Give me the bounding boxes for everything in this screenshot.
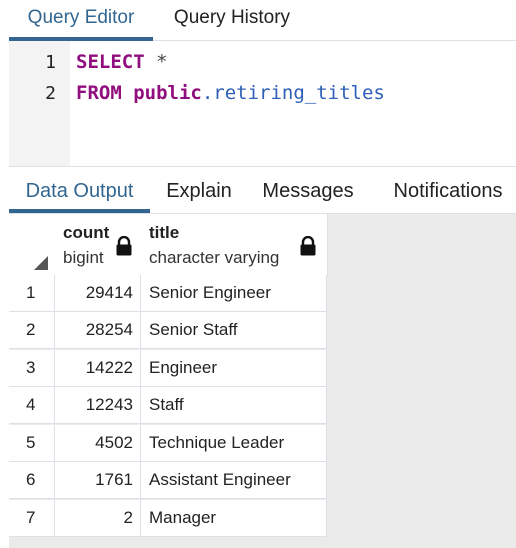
cell-count[interactable]: 28254	[55, 312, 141, 349]
line-number-gutter: 1 2	[9, 41, 70, 166]
table-row[interactable]: 2 28254 Senior Staff	[9, 312, 327, 349]
cell-count[interactable]: 14222	[55, 350, 141, 387]
sql-schema: public	[121, 82, 202, 104]
column-name: title	[149, 223, 180, 242]
tab-notifications[interactable]: Notifications	[385, 177, 511, 207]
query-tool: Query Editor Query History 1 2 SELECT * …	[0, 0, 516, 548]
row-number[interactable]: 2	[9, 312, 55, 349]
sql-keyword: FROM	[76, 82, 122, 104]
table-row[interactable]: 3 14222 Engineer	[9, 350, 327, 387]
sql-editor[interactable]: 1 2 SELECT * FROM public.retiring_titles	[9, 41, 516, 167]
code-line[interactable]: SELECT *	[76, 51, 168, 73]
cell-title[interactable]: Manager	[141, 500, 327, 537]
code-line[interactable]: FROM public.retiring_titles	[76, 82, 385, 104]
column-type: bigint	[63, 248, 104, 267]
corner-triangle-icon	[34, 256, 48, 270]
cell-count[interactable]: 29414	[55, 275, 141, 312]
cell-title[interactable]: Technique Leader	[141, 425, 327, 462]
table-row[interactable]: 4 12243 Staff	[9, 387, 327, 424]
cell-title[interactable]: Senior Engineer	[141, 275, 327, 312]
table-row[interactable]: 5 4502 Technique Leader	[9, 425, 327, 462]
column-header-title[interactable]: title character varying	[141, 214, 328, 276]
cell-count[interactable]: 12243	[55, 387, 141, 424]
line-number: 2	[45, 83, 56, 104]
line-number: 1	[45, 52, 56, 73]
tab-query-history[interactable]: Query History	[157, 0, 307, 37]
cell-title[interactable]: Senior Staff	[141, 312, 327, 349]
lock-icon	[300, 236, 316, 256]
column-header-count[interactable]: count bigint	[55, 214, 142, 276]
cell-title[interactable]: Engineer	[141, 350, 327, 387]
cell-count[interactable]: 4502	[55, 425, 141, 462]
cell-title[interactable]: Staff	[141, 387, 327, 424]
column-type: character varying	[149, 248, 280, 267]
cell-title[interactable]: Assistant Engineer	[141, 462, 327, 499]
lock-icon	[116, 236, 132, 256]
sql-keyword: SELECT	[76, 51, 145, 73]
row-number[interactable]: 7	[9, 500, 55, 537]
row-number[interactable]: 6	[9, 462, 55, 499]
row-number[interactable]: 4	[9, 387, 55, 424]
table-row[interactable]: 7 2 Manager	[9, 500, 327, 537]
tab-data-output[interactable]: Data Output	[9, 177, 150, 213]
output-tabs: Data Output Explain Messages Notificatio…	[9, 167, 516, 214]
table-row[interactable]: 1 29414 Senior Engineer	[9, 275, 327, 312]
query-tabs: Query Editor Query History	[9, 0, 516, 41]
tab-query-editor[interactable]: Query Editor	[9, 0, 153, 41]
tab-explain[interactable]: Explain	[161, 177, 237, 207]
cell-count[interactable]: 2	[55, 500, 141, 537]
sql-identifier: .retiring_titles	[201, 82, 385, 104]
data-output-grid: count bigint title character varying 1 2…	[9, 214, 516, 548]
cell-count[interactable]: 1761	[55, 462, 141, 499]
sql-operator: *	[144, 51, 168, 73]
row-number[interactable]: 5	[9, 425, 55, 462]
tab-messages[interactable]: Messages	[258, 177, 358, 207]
row-number[interactable]: 1	[9, 275, 55, 312]
select-all-corner[interactable]	[9, 214, 56, 276]
table-row[interactable]: 6 1761 Assistant Engineer	[9, 462, 327, 499]
row-number[interactable]: 3	[9, 350, 55, 387]
column-name: count	[63, 223, 110, 242]
